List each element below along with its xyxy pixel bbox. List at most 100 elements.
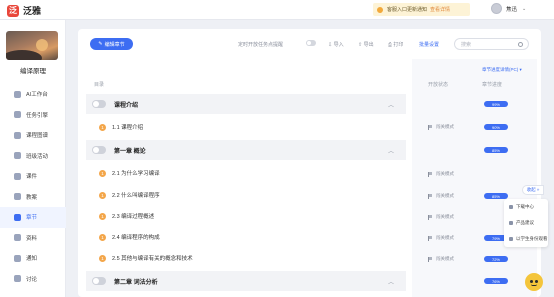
chapter-icon: [14, 213, 21, 221]
toolbar: ✎ 编辑章节 定时开放任务点提醒 ⇩ 导入 ⇧ 导出 ⎙ 打印 批量设置 搜索: [78, 29, 541, 59]
chapter-toggle[interactable]: [92, 100, 106, 108]
flag-icon: [428, 193, 432, 199]
collapse-icon[interactable]: ︿: [388, 146, 394, 155]
sidebar-item-label: 教案: [26, 194, 38, 201]
sidebar-item-label: 通知: [26, 256, 38, 263]
flag-icon: [428, 124, 432, 130]
sidebar-item-activity[interactable]: 班级活动: [0, 146, 66, 167]
section-row[interactable]: 1 2.1 为什么学习编译: [86, 163, 406, 183]
sidebar-item-chapter[interactable]: 章节: [0, 207, 66, 228]
feedback-icon: [509, 221, 513, 225]
batch-settings-button[interactable]: 批量设置: [419, 41, 439, 48]
courseware-icon: [14, 172, 21, 180]
student-view-button[interactable]: 以学生身份观看: [504, 231, 548, 247]
search-input[interactable]: 搜索: [454, 38, 529, 50]
activity-icon: [14, 152, 21, 160]
user-menu[interactable]: 焦迅 ⌄: [491, 3, 526, 14]
section-row[interactable]: 1 1.1 课程介绍: [86, 117, 406, 137]
sidebar-item-discussion[interactable]: 讨论: [0, 269, 66, 290]
sidebar-item-label: AI工作台: [26, 92, 48, 99]
flag-icon: [428, 256, 432, 262]
sidebar-item-courseware[interactable]: 课件: [0, 166, 66, 187]
open-status[interactable]: 闯关模式: [428, 214, 454, 220]
section-row[interactable]: 1 2.3 编译过程概述: [86, 206, 406, 226]
chapter-row[interactable]: 第二章 词法分析 ︿: [86, 271, 406, 291]
sidebar-nav: AI工作台 任务引擎 课程图谱 班级活动 课件 教案 章节 资料 通知 讨论: [0, 84, 66, 289]
sidebar-item-label: 章节: [26, 215, 38, 222]
chevron-down-icon: ⌄: [522, 5, 527, 12]
eye-icon: [509, 237, 513, 241]
open-status[interactable]: 闯关模式: [428, 124, 454, 130]
float-menu: 下载中心 产品建议 以学生身份观看: [504, 199, 548, 247]
notice-link[interactable]: 查看详情: [430, 6, 450, 13]
progress-badge: 85%: [484, 147, 508, 153]
assistant-bot-icon[interactable]: [525, 273, 543, 291]
app-logo[interactable]: 泛 泛雅: [7, 4, 41, 17]
notice-icon: [14, 254, 21, 262]
section-number-badge: 1: [99, 254, 106, 262]
open-status[interactable]: 闯关模式: [428, 235, 454, 241]
import-button[interactable]: ⇩ 导入: [328, 41, 344, 48]
open-status[interactable]: 闯关模式: [428, 256, 454, 262]
discussion-icon: [14, 275, 21, 283]
flag-icon: [428, 171, 432, 177]
sidebar-item-ai[interactable]: AI工作台: [0, 84, 66, 105]
edit-chapter-label: 编辑章节: [104, 41, 125, 48]
download-center-button[interactable]: 下载中心: [504, 199, 548, 215]
section-number-badge: 1: [99, 169, 106, 177]
search-icon: [518, 41, 523, 47]
progress-column-header: 章节进度: [482, 82, 503, 88]
task-icon: [14, 111, 21, 119]
collapse-float-tab[interactable]: 收起 »: [522, 185, 544, 195]
chapter-row[interactable]: 第一章 概论 ︿: [86, 140, 406, 160]
edit-chapter-button[interactable]: ✎ 编辑章节: [90, 38, 133, 50]
progress-badge: 99%: [484, 101, 508, 107]
progress-detail-link[interactable]: 章节进度详情(PC) ▾: [482, 67, 522, 73]
graph-icon: [14, 131, 21, 139]
remind-toggle[interactable]: [306, 40, 316, 46]
sidebar-item-lesson-plan[interactable]: 教案: [0, 187, 66, 208]
section-number-badge: 1: [99, 123, 106, 131]
collapse-icon[interactable]: ︿: [388, 277, 394, 286]
sidebar-item-label: 讨论: [26, 276, 38, 283]
top-bar: 泛 泛雅 客服入口更新通知 查看详情 焦迅 ⌄: [0, 0, 554, 20]
section-number-badge: 1: [99, 191, 106, 199]
section-row[interactable]: 1 2.5 其他与编译有关的概念和技术: [86, 248, 406, 268]
pen-icon: ✎: [98, 41, 103, 47]
avatar: [491, 3, 502, 14]
chapter-title: 第一章 概论: [114, 148, 146, 155]
sidebar-item-notice[interactable]: 通知: [0, 248, 66, 269]
chapter-toggle[interactable]: [92, 277, 106, 285]
chapter-title: 第二章 词法分析: [114, 279, 158, 286]
open-status[interactable]: 闯关模式: [428, 193, 454, 199]
chapter-title: 课程介绍: [114, 102, 139, 109]
section-row[interactable]: 1 2.4 编译程序的构成: [86, 227, 406, 247]
download-icon: [509, 205, 513, 209]
feedback-button[interactable]: 产品建议: [504, 215, 548, 231]
app-name: 泛雅: [23, 6, 42, 16]
sidebar-item-graph[interactable]: 课程图谱: [0, 125, 66, 146]
progress-badge: 76%: [484, 278, 508, 284]
section-title: 1.1 课程介绍: [112, 125, 144, 131]
chapter-row[interactable]: 课程介绍 ︿: [86, 94, 406, 114]
sidebar-item-task[interactable]: 任务引擎: [0, 105, 66, 126]
sidebar-item-label: 课件: [26, 174, 38, 181]
print-button[interactable]: ⎙ 打印: [388, 41, 403, 48]
section-row[interactable]: 1 2.2 什么叫编译程序: [86, 185, 406, 205]
chapter-toggle[interactable]: [92, 146, 106, 154]
notice-text: 客服入口更新通知: [387, 7, 428, 13]
course-name: 编译原理: [20, 68, 46, 75]
sidebar-item-material[interactable]: 资料: [0, 228, 66, 249]
user-name: 焦迅: [506, 6, 518, 13]
section-title: 2.4 编译程序的构成: [112, 235, 160, 241]
sidebar-item-label: 班级活动: [26, 153, 49, 160]
material-icon: [14, 234, 21, 242]
notice-banner: 客服入口更新通知 查看详情: [373, 3, 470, 16]
export-button[interactable]: ⇧ 导出: [358, 41, 374, 48]
section-title: 2.1 为什么学习编译: [112, 171, 160, 177]
open-status[interactable]: 闯关模式: [428, 171, 454, 177]
section-title: 2.5 其他与编译有关的概念和技术: [112, 256, 193, 262]
flag-icon: [428, 235, 432, 241]
collapse-icon[interactable]: ︿: [388, 100, 394, 109]
logo-mark: 泛: [7, 4, 19, 17]
